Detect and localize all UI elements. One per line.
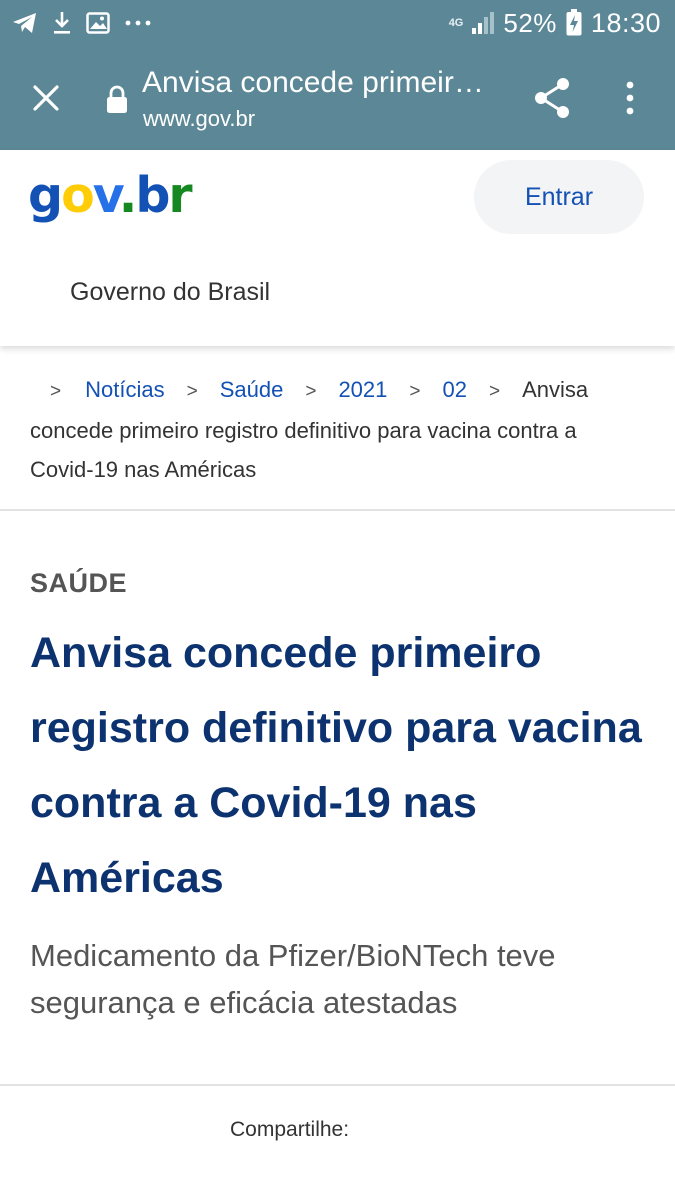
- status-bar: 4G 52% 18:30: [0, 0, 675, 46]
- share-label: Compartilhe:: [230, 1118, 350, 1141]
- logo-letter-g: g: [28, 167, 63, 224]
- breadcrumb-link-noticias[interactable]: Notícias: [85, 377, 164, 402]
- network-type-label: 4G: [448, 16, 464, 29]
- breadcrumb-link-month[interactable]: 02: [443, 377, 467, 402]
- article-title: Anvisa concede primeiro registro definit…: [30, 629, 642, 902]
- govbr-logo[interactable]: gov.br: [28, 167, 193, 224]
- signal-icon: [472, 12, 495, 34]
- logo-letter-v: v: [92, 167, 121, 224]
- site-name[interactable]: Governo do Brasil: [70, 278, 270, 307]
- more-options-button[interactable]: [615, 76, 645, 120]
- article-category: SAÚDE: [30, 568, 128, 598]
- article-subtitle: Medicamento da Pfizer/BioNTech teve segu…: [30, 938, 556, 1020]
- page-title[interactable]: Anvisa concede primeiro registro definit…: [142, 66, 492, 100]
- battery-percentage: 52%: [503, 7, 557, 38]
- more-vert-icon: [626, 81, 634, 115]
- breadcrumb-separator: >: [488, 381, 501, 402]
- logo-dot: .: [118, 167, 138, 224]
- breadcrumb-link-year[interactable]: 2021: [338, 377, 387, 402]
- image-icon: [86, 12, 110, 34]
- breadcrumb-link-saude[interactable]: Saúde: [220, 377, 284, 402]
- login-button[interactable]: Entrar: [474, 160, 644, 234]
- breadcrumb-separator: >: [305, 381, 317, 402]
- page-url[interactable]: www.gov.br: [143, 106, 255, 132]
- breadcrumb: > Notícias > Saúde >2021 >02 > Anvisa concede p…: [30, 370, 645, 489]
- share-icon: [535, 78, 569, 118]
- close-tab-button[interactable]: [26, 78, 66, 118]
- notification-icons: [12, 8, 152, 38]
- section-divider: [0, 1084, 675, 1086]
- share-button[interactable]: [532, 76, 572, 120]
- more-notifications-icon: [125, 20, 151, 26]
- breadcrumb-separator: >: [409, 381, 421, 402]
- logo-letter-r: r: [168, 167, 192, 224]
- breadcrumb-separator: >: [50, 381, 62, 402]
- logo-letter-o: o: [61, 167, 95, 224]
- site-header: gov.br Entrar Governo do Brasil: [0, 150, 675, 346]
- lock-icon: [107, 85, 127, 113]
- telegram-icon: [13, 13, 36, 33]
- browser-toolbar: Anvisa concede primeiro registro definit…: [0, 46, 675, 150]
- clock: 18:30: [590, 7, 661, 38]
- system-indicators: 4G 52% 18:30: [449, 6, 661, 40]
- breadcrumb-separator: >: [186, 381, 198, 402]
- download-icon: [54, 12, 70, 34]
- section-divider: [0, 509, 675, 511]
- battery-charging-icon: [566, 9, 582, 36]
- close-icon: [33, 85, 59, 111]
- logo-letter-b: b: [135, 167, 170, 224]
